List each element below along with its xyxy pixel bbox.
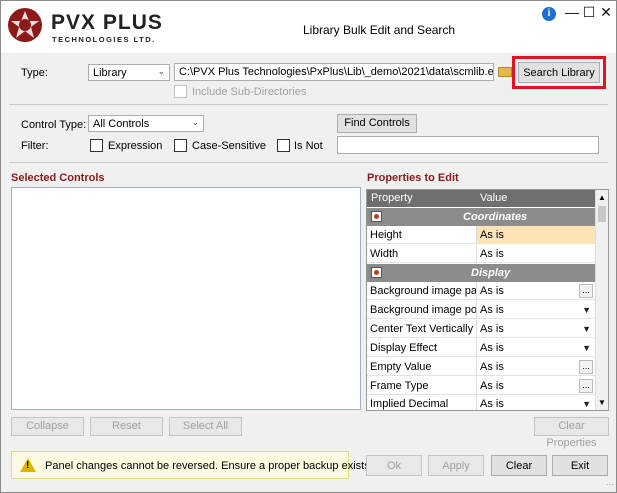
dropdown-arrow-icon[interactable]: ▼ (582, 399, 591, 409)
col-value-header: Value (480, 192, 508, 204)
logo-sub-text: TECHNOLOGIES LTD. (52, 35, 156, 44)
warning-icon (20, 458, 36, 472)
warning-panel: Panel changes cannot be reversed. Ensure… (11, 451, 373, 479)
property-row-width[interactable]: Width As is (367, 245, 595, 263)
property-value[interactable]: As is (477, 301, 507, 319)
grid-header: Property Value (367, 190, 595, 207)
scroll-up-icon[interactable]: ▲ (598, 193, 606, 202)
collapse-toggle-icon[interactable] (371, 211, 382, 222)
type-select-value: Library (93, 67, 127, 79)
property-value[interactable]: As is (477, 226, 595, 244)
chevron-down-icon: ⌄ (191, 117, 199, 127)
property-name: Background image path (367, 282, 477, 300)
property-row-bg-image-position[interactable]: Background image position As is ▼ (367, 301, 595, 319)
type-label: Type: (21, 67, 48, 79)
expression-label: Expression (108, 140, 163, 152)
ellipsis-button[interactable]: ... (579, 284, 593, 298)
dropdown-arrow-icon[interactable]: ▼ (582, 305, 591, 315)
case-sensitive-checkbox[interactable] (174, 139, 187, 152)
property-value[interactable]: As is (477, 358, 507, 376)
control-type-label: Control Type: (21, 119, 87, 131)
reset-button[interactable]: Reset (90, 417, 163, 436)
property-name: Frame Type (367, 377, 477, 395)
control-type-select[interactable]: All Controls ⌄ (88, 115, 204, 132)
filter-label: Filter: (21, 140, 49, 152)
property-name: Empty Value (367, 358, 477, 376)
help-icon[interactable]: i (542, 7, 556, 21)
warning-text: Panel changes cannot be reversed. Ensure… (45, 460, 373, 472)
dropdown-arrow-icon[interactable]: ▼ (582, 324, 591, 334)
folder-browse-icon[interactable] (498, 67, 512, 77)
find-controls-button[interactable]: Find Controls (337, 114, 417, 133)
dropdown-arrow-icon[interactable]: ▼ (582, 343, 591, 353)
resize-grip-icon[interactable]: ⋯ (606, 480, 614, 489)
property-value[interactable]: As is (477, 282, 507, 300)
category-label: Display (471, 267, 511, 279)
maximize-button[interactable]: ☐ (581, 4, 597, 20)
ok-button[interactable]: Ok (366, 455, 422, 476)
property-row-height[interactable]: Height As is (367, 226, 595, 244)
pvx-logo-icon (8, 8, 42, 42)
property-row-empty-value[interactable]: Empty Value As is ... (367, 358, 595, 376)
is-not-label: Is Not (294, 140, 323, 152)
property-value[interactable]: As is (477, 320, 507, 338)
property-value[interactable]: As is (477, 339, 507, 357)
window-title: Library Bulk Edit and Search (303, 23, 456, 37)
highlight-box (512, 56, 606, 89)
category-display[interactable]: Display (367, 264, 595, 282)
include-subdirs-label: Include Sub-Directories (192, 86, 307, 98)
title-bar: PVX PLUS TECHNOLOGIES LTD. Library Bulk … (1, 1, 616, 53)
col-property-header: Property (371, 192, 413, 204)
property-row-frame-type[interactable]: Frame Type As is ... (367, 377, 595, 395)
control-type-value: All Controls (93, 118, 150, 130)
select-all-button[interactable]: Select All (169, 417, 242, 436)
scroll-down-icon[interactable]: ▼ (598, 398, 606, 407)
category-label: Coordinates (463, 211, 528, 223)
minimize-button[interactable]: — (564, 4, 580, 20)
grid-scrollbar[interactable]: ▲ ▼ (595, 190, 608, 410)
property-name: Height (367, 226, 477, 244)
scroll-thumb[interactable] (598, 206, 606, 222)
property-grid[interactable]: Property Value Coordinates Height As is … (366, 189, 609, 411)
property-name: Display Effect (367, 339, 477, 357)
library-bulk-edit-window: PVX PLUS TECHNOLOGIES LTD. Library Bulk … (0, 0, 617, 493)
type-select[interactable]: Library ⌄ (88, 64, 170, 81)
property-value[interactable]: As is (477, 377, 507, 395)
property-row-display-effect[interactable]: Display Effect As is ▼ (367, 339, 595, 357)
ellipsis-button[interactable]: ... (579, 379, 593, 393)
property-name: Implied Decimal (367, 395, 477, 410)
property-name: Background image position (367, 301, 477, 319)
include-subdirs-checkbox[interactable] (174, 85, 187, 98)
collapse-toggle-icon[interactable] (371, 267, 382, 278)
property-row-bg-image-path[interactable]: Background image path As is ... (367, 282, 595, 300)
close-button[interactable]: ✕ (598, 4, 614, 20)
property-value[interactable]: As is (477, 395, 507, 410)
property-value[interactable]: As is (477, 245, 507, 263)
expression-checkbox[interactable] (90, 139, 103, 152)
case-sensitive-label: Case-Sensitive (192, 140, 266, 152)
property-name: Center Text Vertically (367, 320, 477, 338)
divider (9, 162, 608, 163)
is-not-checkbox[interactable] (277, 139, 290, 152)
collapse-label: Collapse (26, 420, 69, 432)
collapse-button[interactable]: Collapse (11, 417, 84, 436)
clear-button[interactable]: Clear (491, 455, 547, 476)
selected-controls-title: Selected Controls (11, 172, 105, 184)
exit-button[interactable]: Exit (552, 455, 608, 476)
selected-controls-tree[interactable] (11, 187, 361, 410)
filter-input[interactable] (337, 136, 599, 154)
property-name: Width (367, 245, 477, 263)
apply-button[interactable]: Apply (428, 455, 484, 476)
properties-title: Properties to Edit (367, 172, 459, 184)
logo-main-text: PVX PLUS (51, 11, 163, 34)
chevron-down-icon: ⌄ (157, 66, 165, 76)
property-row-center-text[interactable]: Center Text Vertically As is ▼ (367, 320, 595, 338)
divider (9, 104, 608, 105)
ellipsis-button[interactable]: ... (579, 360, 593, 374)
property-row-implied-decimal[interactable]: Implied Decimal As is ▼ (367, 395, 595, 410)
library-path-input[interactable]: C:\PVX Plus Technologies\PxPlus\Lib\_dem… (174, 63, 494, 81)
clear-properties-button[interactable]: Clear Properties (534, 417, 609, 449)
category-coordinates[interactable]: Coordinates (367, 208, 595, 226)
